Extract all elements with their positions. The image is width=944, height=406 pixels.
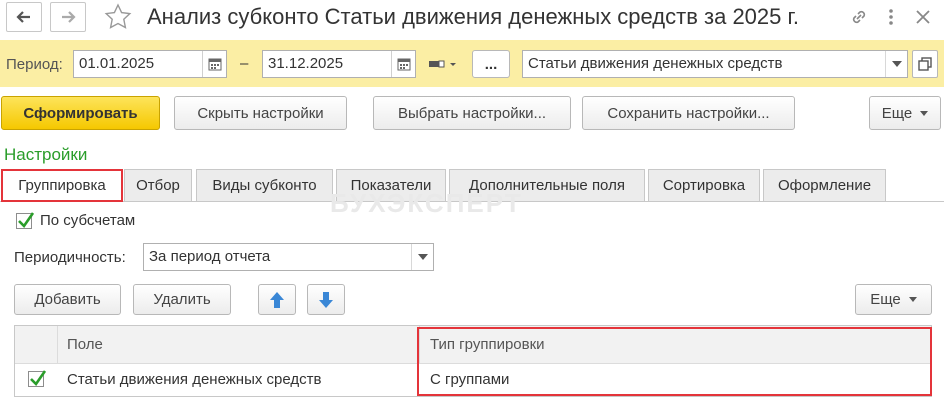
row-checkbox[interactable]: [28, 370, 47, 387]
calendar-from-button[interactable]: [202, 51, 226, 77]
grouping-more-label: Еще: [870, 291, 901, 308]
arrow-up-icon: [270, 291, 284, 308]
arrow-down-icon: [319, 291, 333, 308]
subconto-dropdown-button[interactable]: [885, 51, 907, 77]
tab-grouping[interactable]: Группировка: [1, 169, 123, 202]
grouping-more-button[interactable]: Еще: [855, 284, 932, 315]
subconto-value: Статьи движения денежных средств: [528, 55, 783, 72]
close-icon[interactable]: [912, 6, 934, 28]
period-to-input[interactable]: 31.12.2025: [262, 50, 416, 78]
periodicity-value: За период отчета: [149, 248, 271, 265]
toolbar-more-button[interactable]: Еще: [869, 96, 941, 130]
favorite-star-icon[interactable]: [104, 3, 132, 31]
add-button[interactable]: Добавить: [14, 284, 121, 315]
settings-title: Настройки: [4, 145, 88, 164]
tab-subconto-types[interactable]: Виды субконто: [196, 169, 333, 201]
chevron-down-icon: [920, 110, 929, 116]
period-type-dropdown[interactable]: [422, 50, 462, 78]
watermark: БУХЭКСПЕРТ: [330, 188, 523, 218]
title-bar: Анализ субконто Статьи движения денежных…: [0, 0, 944, 38]
grouping-type-highlight: [417, 327, 932, 396]
by-subaccounts-label: По субсчетам: [40, 212, 136, 229]
checkmark-icon: [18, 212, 35, 229]
tab-filter[interactable]: Отбор: [124, 169, 192, 201]
period-select-label: ...: [484, 55, 498, 73]
calendar-to-button[interactable]: [391, 51, 415, 77]
move-up-button[interactable]: [258, 284, 296, 315]
back-button[interactable]: [6, 2, 42, 32]
calendar-icon: [397, 58, 410, 71]
period-dash: –: [240, 55, 249, 72]
open-window-icon: [918, 57, 932, 71]
tab-formatting[interactable]: Оформление: [763, 169, 886, 201]
period-type-icon: [429, 60, 456, 68]
arrow-right-icon: [62, 11, 76, 23]
period-from-input[interactable]: 01.01.2025: [73, 50, 227, 78]
chevron-down-icon: [891, 61, 902, 67]
subconto-open-button[interactable]: [912, 50, 938, 78]
column-divider: [57, 326, 58, 364]
period-from-value: 01.01.2025: [79, 55, 155, 72]
periodicity-select[interactable]: За период отчета: [143, 243, 434, 271]
chevron-down-icon: [908, 297, 917, 302]
subconto-select[interactable]: Статьи движения денежных средств: [522, 50, 908, 78]
move-down-button[interactable]: [307, 284, 345, 315]
by-subaccounts-checkbox[interactable]: [16, 212, 35, 229]
window-title: Анализ субконто Статьи движения денежных…: [147, 4, 799, 29]
toolbar-more-label: Еще: [881, 104, 913, 122]
save-settings-button[interactable]: Сохранить настройки...: [582, 96, 795, 130]
periodicity-dropdown-button[interactable]: [411, 244, 433, 270]
row-field-cell: Статьи движения денежных средств: [67, 371, 322, 388]
choose-settings-button[interactable]: Выбрать настройки...: [373, 96, 571, 130]
period-label: Период:: [6, 56, 63, 73]
arrow-left-icon: [16, 11, 30, 23]
checkmark-icon: [30, 370, 47, 387]
chevron-down-icon: [417, 254, 428, 260]
link-icon[interactable]: [848, 6, 870, 28]
period-to-value: 31.12.2025: [268, 55, 344, 72]
hide-settings-button[interactable]: Скрыть настройки: [174, 96, 347, 130]
more-vertical-icon[interactable]: [880, 6, 902, 28]
tab-sorting[interactable]: Сортировка: [648, 169, 760, 201]
forward-button[interactable]: [50, 2, 86, 32]
period-select-button[interactable]: ...: [472, 50, 510, 78]
period-bar: Период: 01.01.2025 – 31.12.2025 ... Стат…: [0, 40, 944, 87]
column-header-field[interactable]: Поле: [67, 336, 103, 353]
delete-button[interactable]: Удалить: [133, 284, 231, 315]
periodicity-label: Периодичность:: [14, 249, 126, 266]
generate-button[interactable]: Сформировать: [1, 96, 160, 130]
calendar-icon: [208, 58, 221, 71]
